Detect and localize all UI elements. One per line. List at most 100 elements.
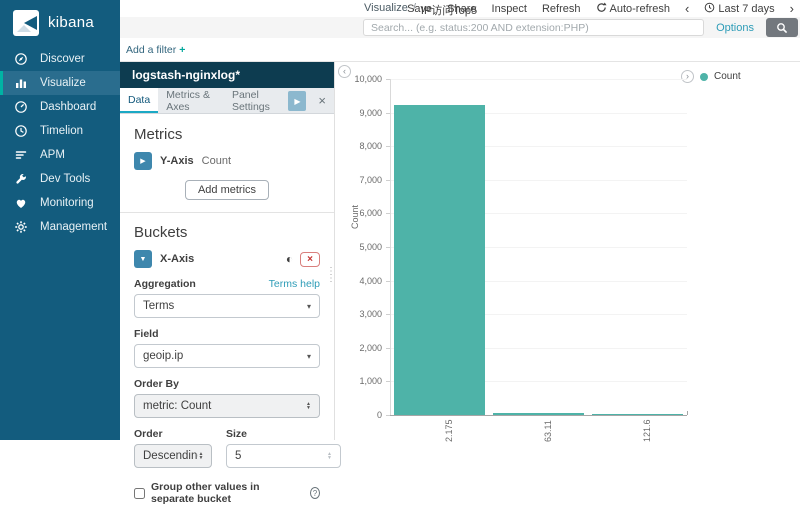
top-actions: Save Share Inspect Refresh Auto-refresh … [407, 2, 794, 15]
add-metrics-button[interactable]: Add metrics [185, 180, 269, 200]
chevron-down-icon: ▾ [307, 302, 311, 311]
sidebar-item-label: Management [40, 221, 107, 233]
auto-refresh-icon [596, 2, 607, 13]
sidebar-item-discover[interactable]: Discover [0, 47, 120, 71]
collapse-bucket-button[interactable]: ▼ [134, 250, 152, 268]
apm-icon [14, 148, 28, 162]
order-label: Order [134, 428, 212, 440]
y-gridline [390, 79, 687, 80]
select-stepper-icon: ▲▼ [306, 402, 311, 410]
query-bar: Options [120, 17, 800, 38]
aggregation-label: Aggregation [134, 278, 196, 290]
order-select[interactable]: Descending ▲▼ [134, 444, 212, 468]
index-pattern-header: logstash-nginxlog* [120, 62, 334, 88]
order-by-select[interactable]: metric: Count ▲▼ [134, 394, 320, 418]
sidebar-item-visualize[interactable]: Visualize [0, 71, 120, 95]
sidebar-item-dev-tools[interactable]: Dev Tools [0, 167, 120, 191]
sidebar-item-label: APM [40, 149, 65, 161]
sidebar-item-monitoring[interactable]: Monitoring [0, 191, 120, 215]
kibana-logo-block[interactable]: kibana [0, 0, 120, 45]
chart-bar[interactable] [592, 414, 683, 415]
time-back-chevron[interactable]: ‹ [685, 3, 689, 14]
legend-item-count[interactable]: Count [714, 71, 741, 82]
legend-toggle-icon[interactable]: › [681, 70, 694, 83]
apply-changes-button[interactable]: ▶ [288, 91, 306, 111]
order-by-label: Order By [134, 378, 179, 390]
metrics-heading: Metrics [134, 126, 320, 143]
aggregation-select[interactable]: Terms ▾ [134, 294, 320, 318]
share-button[interactable]: Share [447, 3, 476, 15]
sidebar-item-apm[interactable]: APM [0, 143, 120, 167]
plus-icon: + [179, 44, 185, 56]
help-icon[interactable]: ? [310, 487, 320, 499]
tab-metrics-axes[interactable]: Metrics & Axes [158, 88, 224, 113]
time-range-picker[interactable]: Last 7 days [704, 2, 774, 15]
x-axis-line [390, 415, 687, 416]
sidebar-item-label: Discover [40, 53, 85, 65]
y-tick-label: 7,000 [335, 175, 382, 185]
y-tick-label: 6,000 [335, 208, 382, 218]
add-filter-button[interactable]: Add a filter+ [126, 44, 185, 56]
expand-metric-button[interactable]: ▶ [134, 152, 152, 170]
dashboard-icon [14, 100, 28, 114]
chart-bar[interactable] [493, 413, 584, 415]
search-icon [776, 22, 788, 34]
x-tick-label: 63.11 [543, 420, 553, 442]
y-tick-label: 4,000 [335, 276, 382, 286]
panel-resize-handle[interactable]: ⋮⋮ [326, 268, 334, 282]
discover-icon [14, 52, 28, 66]
chart-panel: ‹ › Count Count 01,0002,0003,0004,0005,0… [335, 62, 800, 440]
field-select[interactable]: geoip.ip ▾ [134, 344, 320, 368]
gear-icon [14, 220, 28, 234]
disable-bucket-toggle-icon[interactable]: ◐ [286, 253, 293, 265]
sidebar-item-label: Monitoring [40, 197, 94, 209]
chart-bar[interactable] [394, 105, 485, 415]
section-divider [120, 212, 334, 213]
inspect-button[interactable]: Inspect [492, 3, 527, 15]
terms-help-link[interactable]: Terms help [269, 278, 320, 290]
y-tick-label: 2,000 [335, 343, 382, 353]
order-group: Order Descending ▲▼ [134, 428, 212, 468]
tab-data[interactable]: Data [120, 88, 158, 113]
breadcrumb-visualize-link[interactable]: Visualize [364, 2, 408, 18]
sidebar-item-dashboard[interactable]: Dashboard [0, 95, 120, 119]
heartbeat-icon [14, 196, 28, 210]
y-tick-label: 1,000 [335, 376, 382, 386]
y-tick-label: 3,000 [335, 309, 382, 319]
search-input[interactable] [363, 19, 704, 36]
time-forward-chevron[interactable]: › [790, 3, 794, 14]
config-tabs: Data Metrics & Axes Panel Settings ▶ × [120, 88, 334, 114]
metric-row: ▶ Y-Axis Count [134, 152, 320, 170]
chart-legend: › Count [681, 70, 741, 83]
sidebar-item-management[interactable]: Management [0, 215, 120, 239]
y-tick-label: 10,000 [335, 74, 382, 84]
sidebar-item-label: Timelion [40, 125, 83, 137]
sidebar: Discover Visualize Dashboard Timelion AP… [0, 45, 120, 440]
sidebar-item-label: Dashboard [40, 101, 96, 113]
auto-refresh-button[interactable]: Auto-refresh [596, 2, 671, 15]
size-input[interactable]: 5 ▲▼ [226, 444, 341, 468]
visualize-icon [14, 76, 28, 90]
sidebar-item-timelion[interactable]: Timelion [0, 119, 120, 143]
refresh-button[interactable]: Refresh [542, 3, 581, 15]
select-stepper-icon: ▲▼ [198, 452, 203, 460]
y-axis-line [390, 79, 391, 415]
legend-color-dot [700, 73, 708, 81]
close-icon[interactable]: × [310, 88, 334, 113]
y-tick-label: 8,000 [335, 141, 382, 151]
search-button[interactable] [766, 18, 798, 37]
tab-panel-settings[interactable]: Panel Settings [224, 88, 289, 113]
save-button[interactable]: Save [407, 3, 432, 15]
y-tick-label: 0 [335, 410, 382, 420]
size-label: Size [226, 428, 341, 440]
group-other-row: Group other values in separate bucket ? [134, 481, 320, 505]
visualization-config-panel: logstash-nginxlog* Data Metrics & Axes P… [120, 62, 335, 440]
query-options-link[interactable]: Options [716, 22, 754, 34]
group-other-checkbox[interactable] [134, 488, 145, 499]
wrench-icon [14, 172, 28, 186]
field-label: Field [134, 328, 159, 340]
remove-bucket-button[interactable]: × [300, 252, 320, 267]
sidebar-item-label: Visualize [40, 77, 86, 89]
chevron-down-icon: ▾ [307, 352, 311, 361]
y-tick-label: 5,000 [335, 242, 382, 252]
